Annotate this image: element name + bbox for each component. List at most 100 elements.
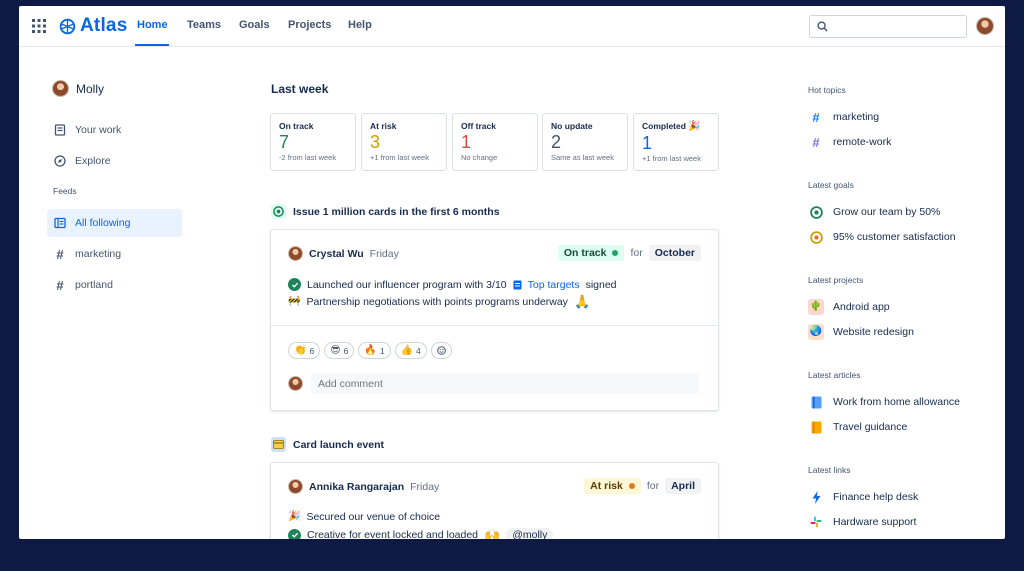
stat-card-on-track[interactable]: On track 7 -2 from last week xyxy=(270,113,356,171)
page-icon xyxy=(513,280,522,289)
project-title: Card launch event xyxy=(293,438,385,451)
comment-input[interactable] xyxy=(311,373,699,394)
goal-at-risk-icon xyxy=(808,229,824,245)
search-box[interactable] xyxy=(809,15,967,38)
construction-icon: 🚧 xyxy=(288,295,301,307)
reactions: 👏 6 😎 6 🔥 1 👍 4 xyxy=(288,342,452,359)
raised-hands-icon: 🙌 xyxy=(484,527,501,540)
stat-label: Off track xyxy=(461,121,496,131)
page-title: Last week xyxy=(271,82,329,96)
topic-remote-work[interactable]: # remote-work xyxy=(808,134,891,150)
stat-value: 7 xyxy=(279,132,290,152)
profile[interactable]: Molly xyxy=(52,80,104,97)
author-avatar[interactable] xyxy=(288,479,303,494)
sidebar-item-your-work[interactable]: Your work xyxy=(47,116,182,144)
atlas-logo[interactable]: Atlas xyxy=(59,15,127,37)
topic-label: remote-work xyxy=(833,136,892,148)
author-name[interactable]: Annika Rangarajan xyxy=(309,481,404,493)
link-finance-help-desk[interactable]: Finance help desk xyxy=(808,489,918,505)
project-website-redesign[interactable]: 🌏 Website redesign xyxy=(808,324,914,340)
status-badge: On track xyxy=(557,245,625,261)
goal-customer-satisfaction[interactable]: 95% customer satisfaction xyxy=(808,229,956,245)
thumbs-up-icon: 👍 xyxy=(400,344,413,356)
reaction-clap[interactable]: 👏 6 xyxy=(288,342,321,359)
article-travel-guidance[interactable]: Travel guidance xyxy=(808,419,907,435)
stat-label: On track xyxy=(279,121,314,131)
nav-help[interactable]: Help xyxy=(348,19,372,31)
stat-value: 2 xyxy=(551,132,562,152)
link-hardware-support[interactable]: Hardware support xyxy=(808,514,916,530)
stat-sub: +1 from last week xyxy=(370,153,429,162)
sidebar-item-explore[interactable]: Explore xyxy=(47,147,182,175)
project-heading[interactable]: Card launch event xyxy=(271,437,384,452)
stat-label: No update xyxy=(551,121,593,131)
feeds-header: Feeds xyxy=(53,186,77,196)
app-switcher-icon[interactable] xyxy=(32,19,46,33)
yellow-document-icon xyxy=(808,419,824,435)
update-date: Friday xyxy=(369,247,399,260)
goal-heading[interactable]: Issue 1 million cards in the first 6 mon… xyxy=(271,204,500,219)
update-card: Crystal Wu Friday On track for October L… xyxy=(270,229,719,411)
reaction-thumbs-up[interactable]: 👍 4 xyxy=(394,342,427,359)
nav-teams[interactable]: Teams xyxy=(187,19,221,31)
top-targets-link[interactable]: Top targets xyxy=(528,279,580,291)
update-text-end: signed xyxy=(585,278,617,291)
folded-hands-icon: 🙏 xyxy=(573,294,591,309)
stat-label-text: Completed xyxy=(642,121,686,131)
project-android-app[interactable]: 🌵 Android app xyxy=(808,299,890,315)
reaction-count: 1 xyxy=(379,345,385,356)
profile-name: Molly xyxy=(76,81,105,96)
update-text: Secured our venue of choice xyxy=(306,511,441,523)
nav-projects[interactable]: Projects xyxy=(288,19,331,31)
status-badge: At risk xyxy=(584,478,641,494)
status-area: On track for October xyxy=(557,245,701,261)
cactus-icon: 🌵 xyxy=(808,299,824,315)
reaction-fire[interactable]: 🔥 1 xyxy=(358,342,391,359)
stat-card-at-risk[interactable]: At risk 3 +1 from last week xyxy=(361,113,447,171)
status-text: At risk xyxy=(590,480,623,492)
stat-card-no-update[interactable]: No update 2 Same as last week xyxy=(542,113,628,171)
active-tab-indicator xyxy=(135,44,169,46)
fire-icon: 🔥 xyxy=(364,344,377,356)
check-icon xyxy=(288,528,301,539)
hashtag-icon: # xyxy=(812,134,820,150)
author-avatar[interactable] xyxy=(288,246,303,261)
hashtag-icon: # xyxy=(56,246,64,262)
lightning-icon xyxy=(808,489,824,505)
author-name[interactable]: Crystal Wu xyxy=(309,248,364,260)
article-work-from-home[interactable]: Work from home allowance xyxy=(808,394,960,410)
reaction-count: 6 xyxy=(309,345,315,356)
update-line: 🚧 Partnership negotiations with points p… xyxy=(288,295,590,308)
topic-marketing[interactable]: # marketing xyxy=(808,109,879,125)
nav-home[interactable]: Home xyxy=(137,19,168,31)
sidebar-item-label: Explore xyxy=(75,155,111,167)
stat-card-off-track[interactable]: Off track 1 No change xyxy=(452,113,538,171)
update-text: Partnership negotiations with points pro… xyxy=(306,295,568,308)
top-navigation: Atlas Home Teams Goals Projects Help xyxy=(19,6,1005,47)
user-avatar[interactable] xyxy=(976,17,994,35)
logo-text: Atlas xyxy=(80,15,128,36)
feed-icon xyxy=(54,217,66,229)
article-label: Travel guidance xyxy=(833,421,908,433)
project-label: Website redesign xyxy=(833,326,914,338)
stat-card-completed[interactable]: Completed 🎉 1 +1 from last week xyxy=(633,113,719,171)
atlas-logo-icon xyxy=(59,18,76,34)
sidebar-item-label: All following xyxy=(75,217,131,229)
update-text: Creative for event locked and loaded xyxy=(307,529,479,539)
sidebar-item-all-following[interactable]: All following xyxy=(47,209,182,237)
blue-document-icon xyxy=(808,394,824,410)
goal-icon xyxy=(271,204,286,219)
sidebar-item-portland[interactable]: # portland xyxy=(47,271,182,299)
hashtag-icon: # xyxy=(56,277,64,293)
nav-goals[interactable]: Goals xyxy=(239,19,270,31)
sidebar-item-marketing[interactable]: # marketing xyxy=(47,240,182,268)
target-month: October xyxy=(648,245,701,261)
for-label: for xyxy=(646,480,660,492)
user-mention[interactable]: @molly xyxy=(506,528,554,539)
reaction-cool[interactable]: 😎 6 xyxy=(324,342,355,359)
goal-icon xyxy=(808,204,824,220)
search-input[interactable] xyxy=(832,18,962,35)
goal-grow-team[interactable]: Grow our team by 50% xyxy=(808,204,940,220)
goal-label: Grow our team by 50% xyxy=(833,206,941,218)
add-reaction-button[interactable] xyxy=(430,342,452,359)
